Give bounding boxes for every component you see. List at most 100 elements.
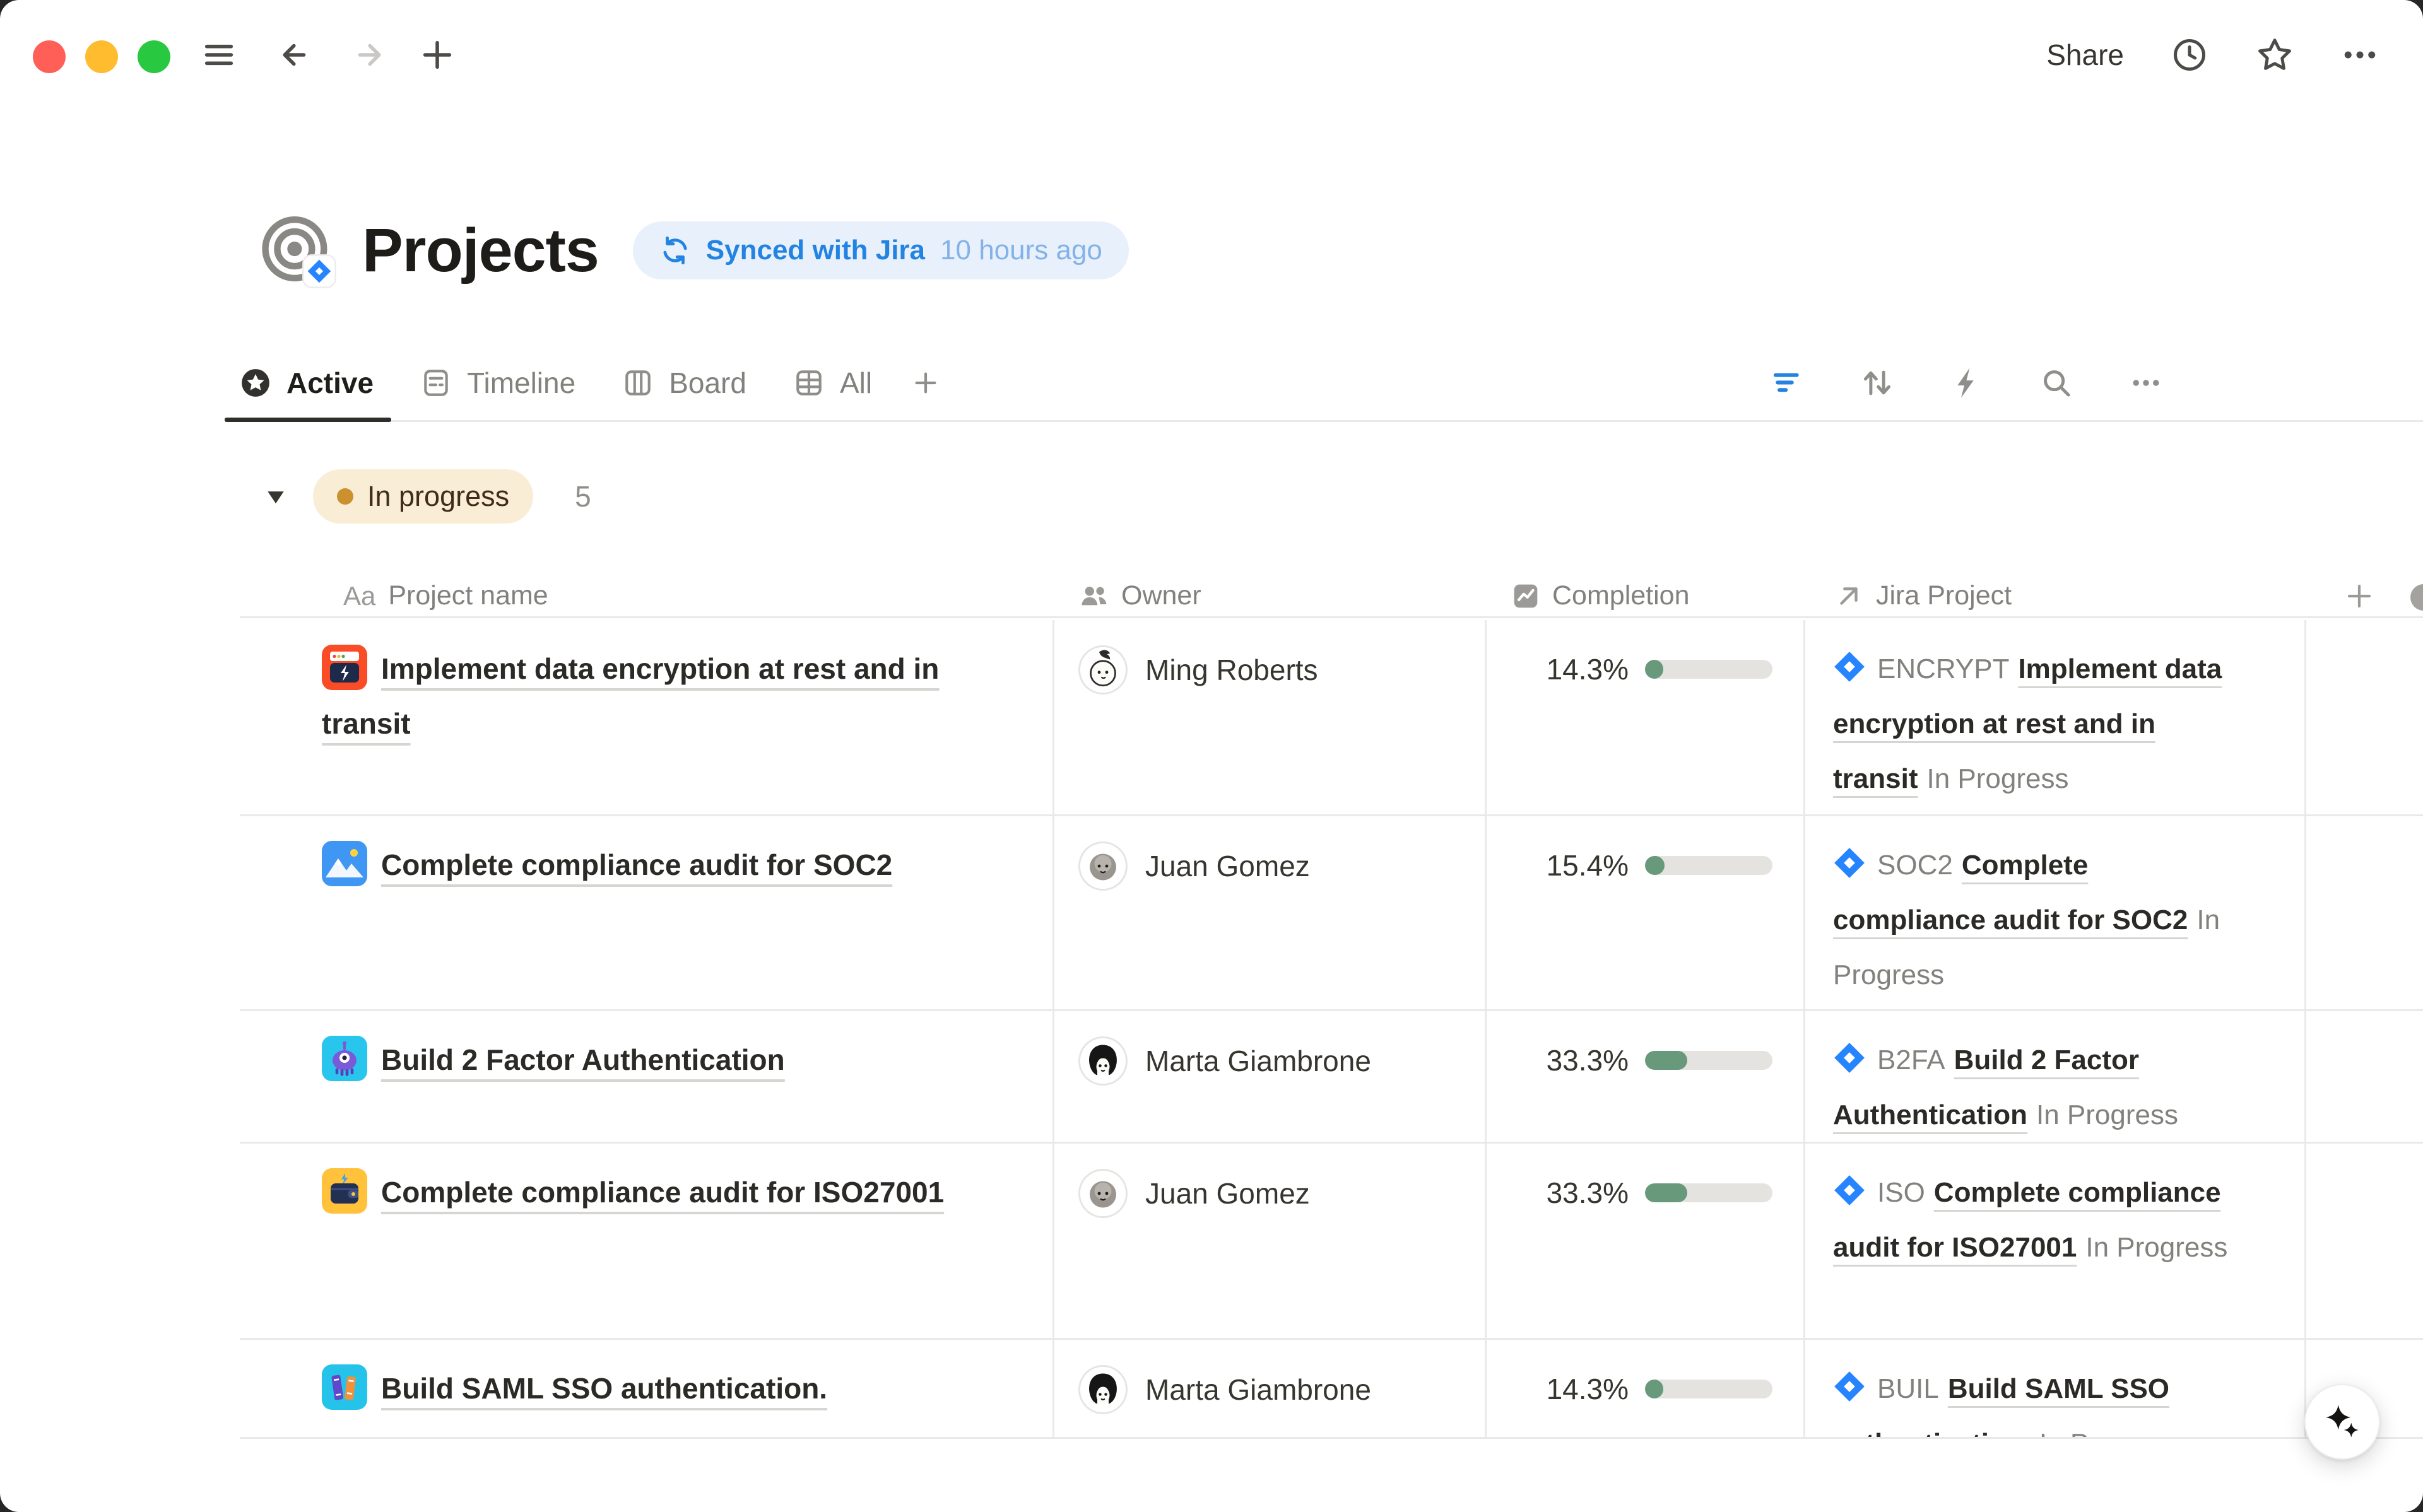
share-button[interactable]: Share xyxy=(2046,38,2124,72)
tab-timeline[interactable]: Timeline xyxy=(406,346,589,420)
avatar xyxy=(1078,645,1128,694)
group-count: 5 xyxy=(575,479,591,513)
clipped-more-icon xyxy=(2410,584,2423,611)
more-icon[interactable] xyxy=(2129,366,2163,400)
arrow-up-right-icon xyxy=(1834,582,1863,611)
empty-cell[interactable] xyxy=(2306,816,2423,1009)
clock-icon[interactable] xyxy=(2171,36,2208,74)
page-title[interactable]: Projects xyxy=(362,215,599,286)
jira-status: In Progress xyxy=(2085,1232,2227,1263)
progress-bar xyxy=(1645,1051,1772,1070)
table-row: Build 2 Factor Authentication Marta Giam… xyxy=(240,1011,2423,1144)
status-dot-icon xyxy=(337,488,353,505)
owner-name: Juan Gomez xyxy=(1145,1169,1310,1218)
project-title-link[interactable]: Complete compliance audit for SOC2 xyxy=(381,848,892,881)
completion-value: 33.3% xyxy=(1512,1043,1629,1077)
owner-cell[interactable]: Marta Giambrone xyxy=(1054,1011,1487,1142)
tab-label: Active xyxy=(286,366,374,400)
empty-cell[interactable] xyxy=(2306,1144,2423,1338)
minimize-window-button[interactable] xyxy=(85,40,118,73)
jira-cell[interactable]: ISOComplete compliance audit for ISO2700… xyxy=(1805,1144,2306,1338)
project-title-link[interactable]: Implement data encryption at rest and in… xyxy=(322,652,939,740)
active-tab-underline xyxy=(225,418,391,422)
tab-active[interactable]: Active xyxy=(226,346,387,420)
sync-icon xyxy=(659,235,691,266)
tab-label: Timeline xyxy=(467,366,575,400)
tab-all[interactable]: All xyxy=(779,346,886,420)
completion-cell[interactable]: 15.4% xyxy=(1487,816,1805,1009)
filter-icon[interactable] xyxy=(1771,366,1805,400)
completion-cell[interactable]: 14.3% xyxy=(1487,620,1805,814)
owner-cell[interactable]: Ming Roberts xyxy=(1054,620,1487,814)
column-header-project-name[interactable]: Aa Project name xyxy=(240,575,1054,616)
avatar xyxy=(1078,1169,1128,1218)
project-title-link[interactable]: Complete compliance audit for ISO27001 xyxy=(381,1176,944,1209)
avatar xyxy=(1078,1365,1128,1414)
status-badge[interactable]: In progress xyxy=(313,469,533,524)
completion-cell[interactable]: 14.3% xyxy=(1487,1340,1805,1439)
sync-badge-time: 10 hours ago xyxy=(940,235,1102,266)
empty-cell[interactable] xyxy=(2306,620,2423,814)
column-header-completion[interactable]: Completion xyxy=(1487,575,1805,616)
progress-bar xyxy=(1645,1380,1772,1398)
jira-cell[interactable]: SOC2Complete compliance audit for SOC2In… xyxy=(1805,816,2306,1009)
search-icon[interactable] xyxy=(2039,366,2073,400)
app-window: Share Projects xyxy=(0,0,2423,1512)
owner-name: Juan Gomez xyxy=(1145,841,1310,891)
tab-board[interactable]: Board xyxy=(608,346,760,420)
add-view-button[interactable] xyxy=(905,346,946,420)
ai-assistant-button[interactable] xyxy=(2304,1384,2380,1460)
project-icon-mountain xyxy=(322,841,367,886)
jira-cell[interactable]: BUILBuild SAML SSO authentication.In Pro… xyxy=(1805,1340,2306,1439)
zap-icon[interactable] xyxy=(1950,366,1984,400)
project-title-link[interactable]: Build SAML SSO authentication. xyxy=(381,1372,827,1405)
owner-cell[interactable]: Juan Gomez xyxy=(1054,1144,1487,1338)
owner-name: Marta Giambrone xyxy=(1145,1365,1371,1414)
add-column-button[interactable] xyxy=(2306,575,2423,616)
project-title-link[interactable]: Build 2 Factor Authentication xyxy=(381,1043,785,1076)
forward-icon[interactable] xyxy=(351,37,387,73)
more-icon[interactable] xyxy=(2341,36,2379,74)
owner-name: Marta Giambrone xyxy=(1145,1036,1371,1086)
column-header-owner[interactable]: Owner xyxy=(1054,575,1487,616)
timeline-icon xyxy=(420,367,452,399)
tab-label: Board xyxy=(669,366,746,400)
jira-icon xyxy=(1833,1038,1866,1070)
hamburger-icon[interactable] xyxy=(201,37,237,73)
progress-bar xyxy=(1645,1183,1772,1202)
board-icon xyxy=(622,367,654,399)
jira-status: In Progress xyxy=(2036,1099,2178,1130)
owner-cell[interactable]: Marta Giambrone xyxy=(1054,1340,1487,1439)
star-circle-icon xyxy=(240,367,271,399)
project-icon-books xyxy=(322,1364,367,1410)
column-header-jira-project[interactable]: Jira Project xyxy=(1805,575,2306,616)
completion-value: 14.3% xyxy=(1512,652,1629,686)
table-row: Build SAML SSO authentication. Marta Gia… xyxy=(240,1340,2423,1439)
jira-key: ISO xyxy=(1877,1177,1925,1208)
sync-badge-label: Synced with Jira xyxy=(706,235,925,266)
tab-label: All xyxy=(840,366,872,400)
jira-icon xyxy=(1833,1170,1866,1203)
table-header: Aa Project name Owner Completion Jira Pr… xyxy=(240,575,2423,618)
completion-cell[interactable]: 33.3% xyxy=(1487,1011,1805,1142)
people-icon xyxy=(1080,582,1109,611)
completion-cell[interactable]: 33.3% xyxy=(1487,1144,1805,1338)
close-window-button[interactable] xyxy=(33,40,66,73)
favorite-star-icon[interactable] xyxy=(2255,35,2294,74)
zoom-window-button[interactable] xyxy=(138,40,170,73)
collapse-triangle-icon[interactable] xyxy=(264,484,288,508)
sparkle-icon xyxy=(2323,1402,2362,1441)
back-icon[interactable] xyxy=(276,37,313,73)
owner-name: Ming Roberts xyxy=(1145,645,1318,694)
sort-icon[interactable] xyxy=(1860,366,1894,400)
jira-cell[interactable]: ENCRYPTImplement data encryption at rest… xyxy=(1805,620,2306,814)
empty-cell[interactable] xyxy=(2306,1011,2423,1142)
project-icon-app-window xyxy=(322,645,367,690)
new-tab-icon[interactable] xyxy=(419,37,456,73)
progress-bar xyxy=(1645,856,1772,875)
owner-cell[interactable]: Juan Gomez xyxy=(1054,816,1487,1009)
page-target-icon[interactable] xyxy=(260,212,337,289)
jira-sync-badge[interactable]: Synced with Jira 10 hours ago xyxy=(633,221,1129,279)
jira-cell[interactable]: B2FABuild 2 Factor AuthenticationIn Prog… xyxy=(1805,1011,2306,1142)
jira-icon xyxy=(1833,843,1866,876)
